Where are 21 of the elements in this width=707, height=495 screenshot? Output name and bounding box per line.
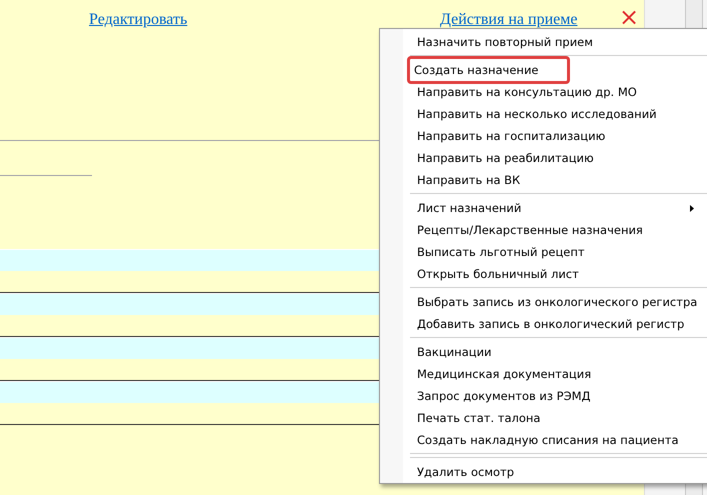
menu-item[interactable]: Лист назначений bbox=[380, 197, 707, 219]
menu-item[interactable]: Направить на госпитализацию bbox=[380, 125, 707, 147]
close-icon[interactable]: × bbox=[619, 5, 640, 29]
menu-item[interactable]: Направить на консультацию др. МО bbox=[380, 81, 707, 103]
menu-item[interactable]: Создать накладную списания на пациента bbox=[380, 429, 707, 451]
menu-item[interactable]: Удалить осмотр bbox=[380, 461, 707, 483]
menu-item[interactable]: Запрос документов из РЭМД bbox=[380, 385, 707, 407]
menu-item[interactable]: Добавить запись в онкологический регистр bbox=[380, 313, 707, 335]
menu-item[interactable]: Выбрать запись из онкологического регистра bbox=[380, 291, 707, 313]
menu-item[interactable]: Направить на несколько исследований bbox=[380, 103, 707, 125]
menu-item[interactable]: Рецепты/Лекарственные назначения bbox=[380, 219, 707, 241]
menu-item[interactable]: Направить на ВК bbox=[380, 169, 707, 191]
menu-item[interactable]: Вакцинации bbox=[380, 341, 707, 363]
menu-item[interactable]: Печать стат. талона bbox=[380, 407, 707, 429]
menu-item[interactable]: Выписать льготный рецепт bbox=[380, 241, 707, 263]
menu-item[interactable]: Направить на реабилитацию bbox=[380, 147, 707, 169]
menu-item[interactable]: Назначить повторный прием bbox=[380, 31, 707, 53]
menu-item[interactable]: Открыть больничный лист bbox=[380, 263, 707, 285]
actions-link[interactable]: Действия на приеме bbox=[440, 11, 578, 29]
edit-link[interactable]: Редактировать bbox=[89, 11, 188, 29]
menu-item[interactable]: Медицинская документация bbox=[380, 363, 707, 385]
